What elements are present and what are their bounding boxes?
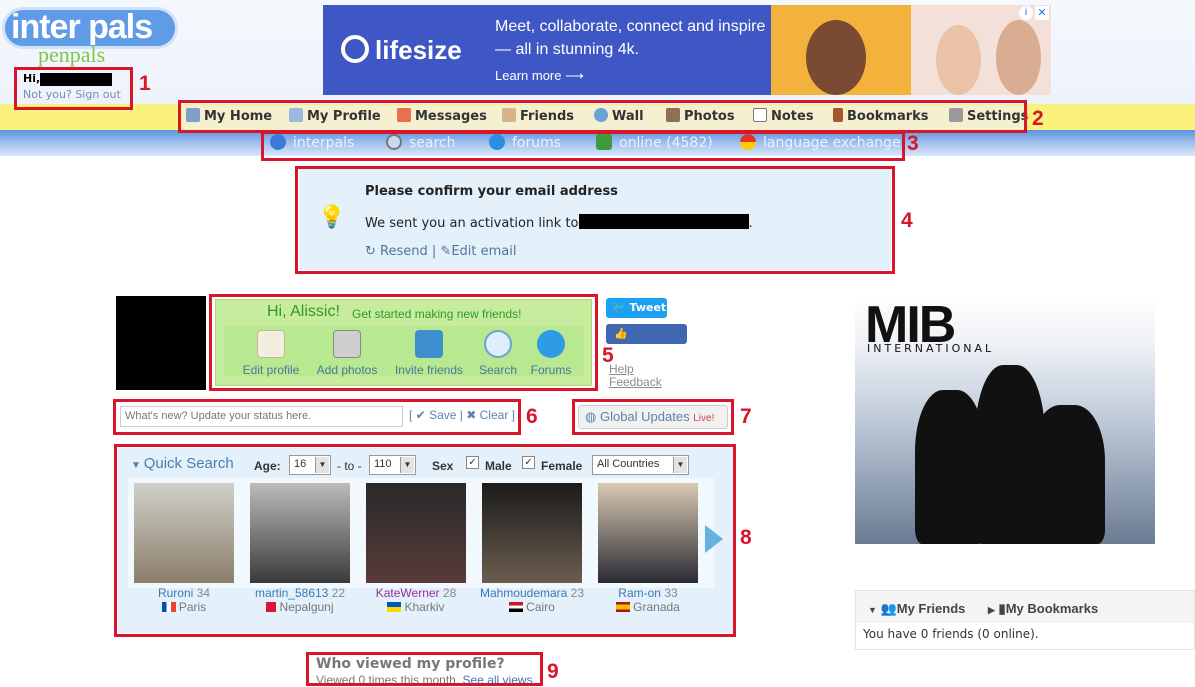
annotation-box-3 bbox=[261, 131, 905, 161]
annotation-box-4 bbox=[295, 166, 895, 274]
annotation-label-2: 2 bbox=[1032, 107, 1044, 130]
ad-info-icon[interactable]: i bbox=[1019, 6, 1033, 20]
mib-ad[interactable]: MIB INTERNATIONAL bbox=[855, 295, 1155, 544]
ad-learn-more-link[interactable]: Learn more ⟶ bbox=[495, 68, 584, 84]
ad-text: Meet, collaborate, connect and inspire —… bbox=[495, 18, 766, 58]
annotation-label-8: 8 bbox=[740, 526, 752, 549]
annotation-label-1: 1 bbox=[139, 72, 151, 95]
friends-icon: 👥 bbox=[880, 601, 897, 616]
thumbs-up-icon: 👍 bbox=[614, 327, 628, 340]
annotation-label-9: 9 bbox=[547, 660, 559, 683]
tweet-button[interactable]: 🐦 Tweet bbox=[606, 298, 667, 318]
logo-text: inter pals bbox=[11, 8, 153, 46]
ad-photo-woman bbox=[771, 5, 911, 95]
mib-ad-subtitle: INTERNATIONAL bbox=[867, 342, 995, 355]
annotation-label-6: 6 bbox=[526, 405, 538, 428]
annotation-label-7: 7 bbox=[740, 405, 752, 428]
tab-my-bookmarks[interactable]: ▶ ▮My Bookmarks bbox=[988, 601, 1098, 617]
annotation-label-3: 3 bbox=[907, 132, 919, 155]
friends-panel bbox=[855, 590, 1195, 650]
banner-ad[interactable]: lifesize Meet, collaborate, connect and … bbox=[323, 5, 1051, 95]
facebook-like-button[interactable]: 👍Like 178K bbox=[606, 324, 687, 360]
annotation-box-9 bbox=[306, 652, 543, 686]
tab-my-friends[interactable]: ▼ 👥My Friends bbox=[868, 601, 965, 617]
annotation-box-8 bbox=[114, 444, 736, 637]
triangle-right-icon: ▶ bbox=[988, 605, 995, 615]
friends-count-text: You have 0 friends (0 online). bbox=[863, 627, 1039, 641]
feedback-link[interactable]: Feedback bbox=[609, 375, 662, 389]
annotation-box-6 bbox=[113, 399, 521, 435]
annotation-label-4: 4 bbox=[901, 209, 913, 232]
ad-face bbox=[996, 20, 1041, 95]
annotation-label-5: 5 bbox=[602, 344, 614, 367]
like-count: 178K bbox=[642, 347, 671, 360]
ad-face bbox=[806, 20, 866, 95]
ad-figure bbox=[1030, 405, 1105, 544]
annotation-box-5 bbox=[209, 294, 598, 391]
penpals-logo: penpals bbox=[38, 42, 106, 67]
twitter-icon: 🐦 bbox=[612, 301, 626, 314]
ad-face bbox=[936, 25, 981, 95]
bookmark-icon: ▮ bbox=[998, 601, 1006, 616]
lifesize-logo-icon bbox=[341, 35, 369, 63]
ad-close-icon[interactable]: ✕ bbox=[1035, 6, 1049, 20]
avatar[interactable] bbox=[116, 296, 206, 390]
triangle-down-icon: ▼ bbox=[868, 605, 877, 615]
annotation-box-1 bbox=[14, 67, 133, 110]
annotation-box-2 bbox=[178, 100, 1027, 133]
lifesize-logo: lifesize bbox=[341, 35, 462, 66]
annotation-box-7 bbox=[572, 399, 734, 435]
